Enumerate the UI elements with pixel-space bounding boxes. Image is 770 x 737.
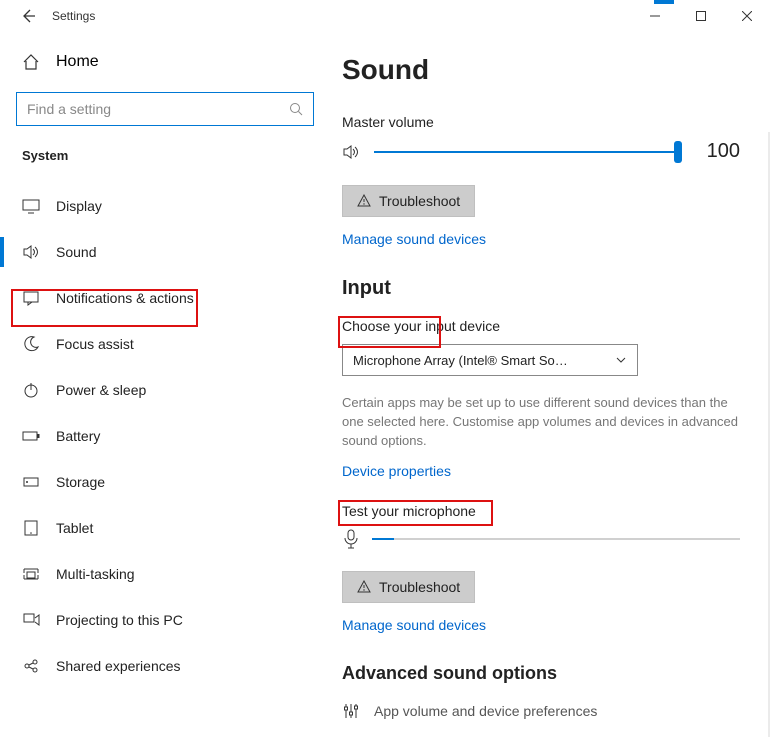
sidebar-item-label: Notifications & actions [56,290,194,306]
device-properties-link[interactable]: Device properties [342,463,740,479]
choose-input-label: Choose your input device [342,318,740,334]
section-header: System [22,148,314,163]
sidebar-item-label: Power & sleep [56,382,146,398]
shared-icon [22,657,40,675]
titlebar: Settings [0,0,770,32]
mic-level-meter [372,538,740,540]
sidebar: Home System Display Sound Notifications … [0,32,330,737]
input-device-dropdown[interactable]: Microphone Array (Intel® Smart So… [342,344,638,376]
content-pane: Sound Master volume 100 Troubleshoot Man… [330,32,770,737]
search-icon [289,102,303,116]
sidebar-item-label: Storage [56,474,105,490]
close-button[interactable] [724,0,770,32]
sidebar-item-label: Display [56,198,102,214]
master-volume-label: Master volume [342,114,740,130]
display-icon [22,197,40,215]
back-icon[interactable] [20,8,36,24]
search-field[interactable] [27,101,289,117]
moon-icon [22,335,40,353]
sound-icon [22,243,40,261]
sidebar-item-label: Projecting to this PC [56,612,183,628]
advanced-heading: Advanced sound options [342,663,740,684]
sidebar-item-label: Battery [56,428,100,444]
tablet-icon [22,519,40,537]
sidebar-item-multitasking[interactable]: Multi-tasking [16,551,314,597]
selected-indicator [0,237,4,267]
home-icon [22,53,40,71]
test-mic-label: Test your microphone [342,503,740,519]
input-note: Certain apps may be set up to use differ… [342,394,740,451]
sidebar-item-battery[interactable]: Battery [16,413,314,459]
input-heading: Input [342,277,740,300]
sidebar-item-storage[interactable]: Storage [16,459,314,505]
sidebar-item-projecting[interactable]: Projecting to this PC [16,597,314,643]
button-label: Troubleshoot [379,579,460,595]
sidebar-item-sound[interactable]: Sound [16,229,314,275]
maximize-button[interactable] [678,0,724,32]
sidebar-item-power[interactable]: Power & sleep [16,367,314,413]
minimize-button[interactable] [632,0,678,32]
manage-output-devices-link[interactable]: Manage sound devices [342,231,740,247]
sidebar-item-tablet[interactable]: Tablet [16,505,314,551]
button-label: Troubleshoot [379,193,460,209]
multitasking-icon [22,565,40,583]
sidebar-item-shared[interactable]: Shared experiences [16,643,314,689]
volume-slider[interactable] [374,151,678,153]
projecting-icon [22,611,40,629]
home-button[interactable]: Home [16,42,314,82]
volume-value: 100 [690,140,740,163]
chevron-down-icon [615,354,627,366]
sidebar-item-notifications[interactable]: Notifications & actions [16,275,314,321]
sidebar-item-label: Focus assist [56,336,134,352]
troubleshoot-output-button[interactable]: Troubleshoot [342,185,475,217]
app-prefs-label: App volume and device preferences [374,703,597,719]
sidebar-item-focus-assist[interactable]: Focus assist [16,321,314,367]
warning-icon [357,580,371,594]
home-label: Home [56,53,99,71]
microphone-icon [342,529,360,549]
page-title: Sound [342,54,740,86]
speaker-icon [342,142,362,162]
sidebar-item-label: Tablet [56,520,93,536]
power-icon [22,381,40,399]
equalizer-icon [342,702,360,720]
troubleshoot-input-button[interactable]: Troubleshoot [342,571,475,603]
notifications-icon [22,289,40,307]
sidebar-item-label: Shared experiences [56,658,181,674]
window-title: Settings [52,9,95,23]
sidebar-item-label: Multi-tasking [56,566,135,582]
mic-level-fill [372,538,394,540]
search-input[interactable] [16,92,314,126]
dropdown-value: Microphone Array (Intel® Smart So… [353,353,568,368]
slider-thumb[interactable] [674,141,682,163]
storage-icon [22,473,40,491]
app-volume-preferences[interactable]: App volume and device preferences [342,702,740,720]
sidebar-item-display[interactable]: Display [16,183,314,229]
manage-input-devices-link[interactable]: Manage sound devices [342,617,740,633]
warning-icon [357,194,371,208]
sidebar-item-label: Sound [56,244,96,260]
battery-icon [22,427,40,445]
